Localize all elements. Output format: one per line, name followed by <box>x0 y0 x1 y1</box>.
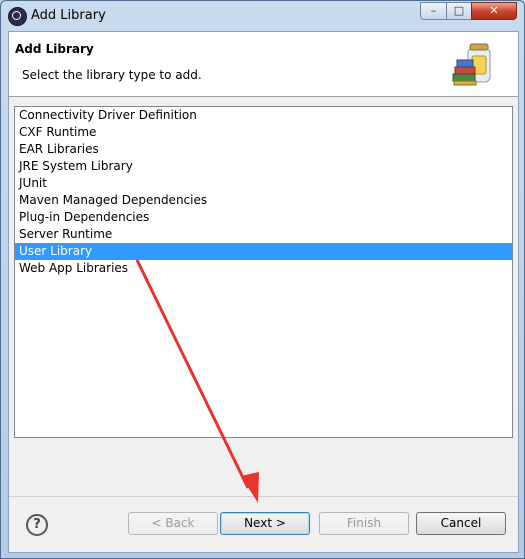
list-item[interactable]: Web App Libraries <box>15 260 512 277</box>
minimize-button[interactable]: – <box>420 2 447 20</box>
list-item[interactable]: JRE System Library <box>15 158 512 175</box>
help-icon[interactable]: ? <box>26 514 48 536</box>
library-jar-icon <box>452 43 491 86</box>
maximize-button[interactable]: □ <box>446 2 472 20</box>
title-bar[interactable]: Add Library – □ ✕ <box>1 1 524 31</box>
finish-button[interactable]: Finish <box>319 512 409 535</box>
window-title: Add Library <box>31 8 106 23</box>
list-item[interactable]: JUnit <box>15 175 512 192</box>
footer-divider <box>9 496 518 497</box>
list-item-selected[interactable]: User Library <box>15 243 512 260</box>
list-item[interactable]: Maven Managed Dependencies <box>15 192 512 209</box>
library-type-list[interactable]: Connectivity Driver Definition CXF Runti… <box>14 106 513 438</box>
wizard-header: Add Library Select the library type to a… <box>9 32 518 97</box>
next-button[interactable]: Next > <box>220 512 310 535</box>
list-item[interactable]: Server Runtime <box>15 226 512 243</box>
eclipse-icon <box>8 7 27 26</box>
dialog-content: Add Library Select the library type to a… <box>8 31 519 553</box>
list-item[interactable]: Connectivity Driver Definition <box>15 107 512 124</box>
close-button[interactable]: ✕ <box>471 2 517 20</box>
list-item[interactable]: Plug-in Dependencies <box>15 209 512 226</box>
header-title: Add Library <box>15 42 94 56</box>
cancel-button[interactable]: Cancel <box>416 512 506 535</box>
header-description: Select the library type to add. <box>22 68 202 82</box>
list-item[interactable]: EAR Libraries <box>15 141 512 158</box>
dialog-window: Add Library – □ ✕ Add Library Select the… <box>0 0 525 559</box>
list-item[interactable]: CXF Runtime <box>15 124 512 141</box>
back-button[interactable]: < Back <box>128 512 218 535</box>
